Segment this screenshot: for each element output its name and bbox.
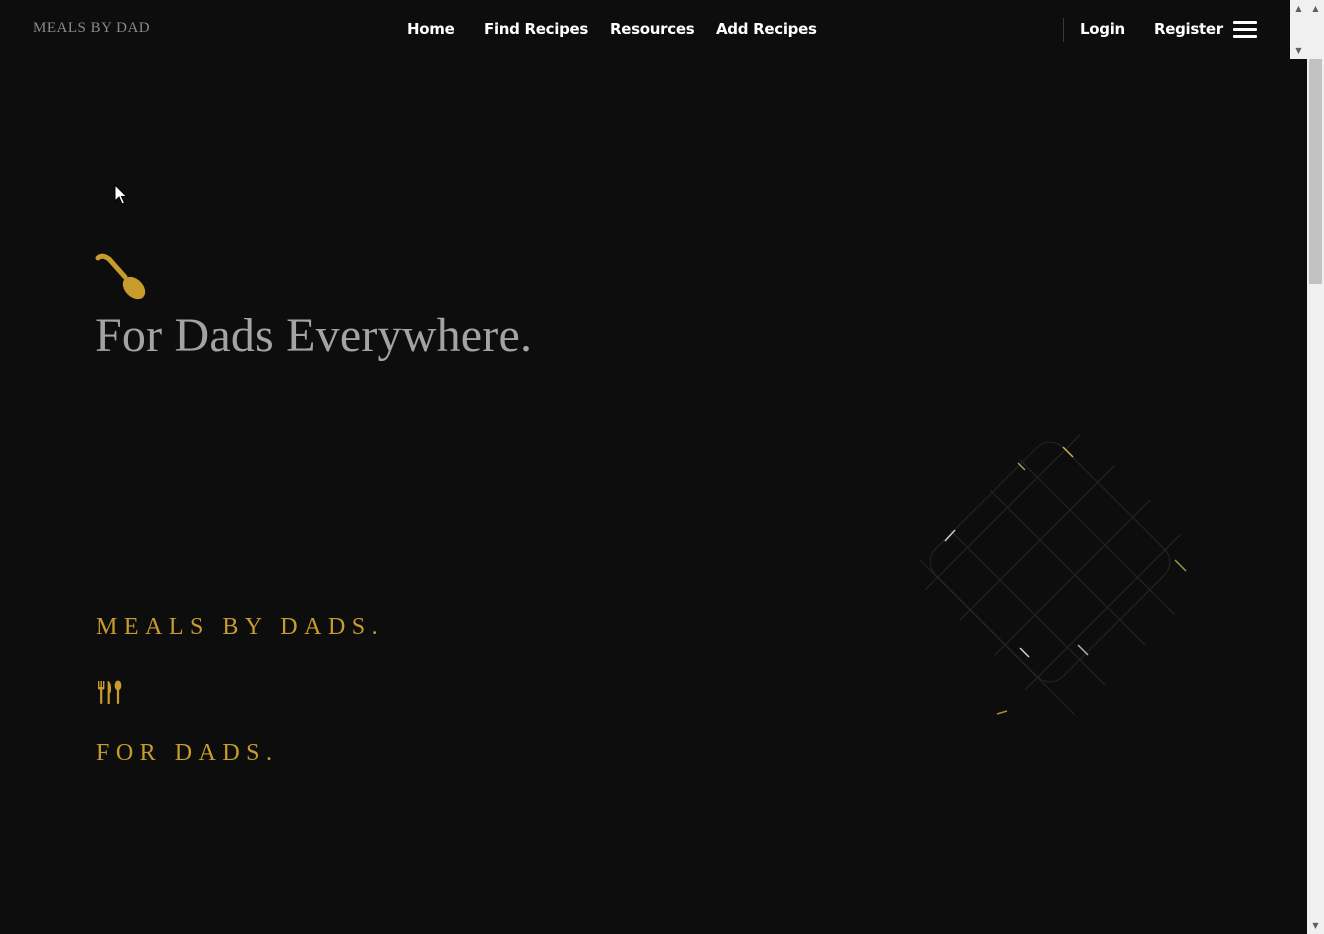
- scrollbar-thumb[interactable]: [1309, 59, 1322, 284]
- nav-register-link[interactable]: Register: [1154, 20, 1223, 38]
- main-nav: Home Find Recipes Resources Add Recipes …: [0, 20, 1307, 42]
- page: MEALS BY DAD Home Find Recipes Resources…: [0, 0, 1307, 934]
- inner-scrollbar[interactable]: ▲ ▼: [1290, 0, 1307, 59]
- page-scrollbar[interactable]: ▲ ▼: [1307, 0, 1324, 934]
- inner-scroll-down-arrow-icon[interactable]: ▼: [1290, 42, 1307, 59]
- inner-scroll-up-arrow-icon[interactable]: ▲: [1290, 0, 1307, 17]
- nav-add-recipes-link[interactable]: Add Recipes: [716, 20, 817, 38]
- tagline-primary: MEALS BY DADS.: [96, 614, 385, 640]
- utensils-icon: [98, 680, 122, 704]
- nav-home-link[interactable]: Home: [407, 20, 455, 38]
- scroll-down-arrow-icon[interactable]: ▼: [1307, 917, 1324, 934]
- nav-divider: [1063, 18, 1064, 42]
- nav-find-recipes-link[interactable]: Find Recipes: [484, 20, 588, 38]
- hero-title: For Dads Everywhere.: [95, 309, 533, 362]
- hamburger-menu-icon[interactable]: [1233, 21, 1257, 39]
- scroll-up-arrow-icon[interactable]: ▲: [1307, 0, 1324, 17]
- spoon-icon: [95, 253, 146, 300]
- nav-login-link[interactable]: Login: [1080, 20, 1125, 38]
- mouse-cursor-icon: [114, 184, 128, 205]
- decorative-lattice-graphic: [919, 434, 1187, 716]
- nav-resources-link[interactable]: Resources: [610, 20, 695, 38]
- tagline-secondary: FOR DADS.: [96, 740, 279, 766]
